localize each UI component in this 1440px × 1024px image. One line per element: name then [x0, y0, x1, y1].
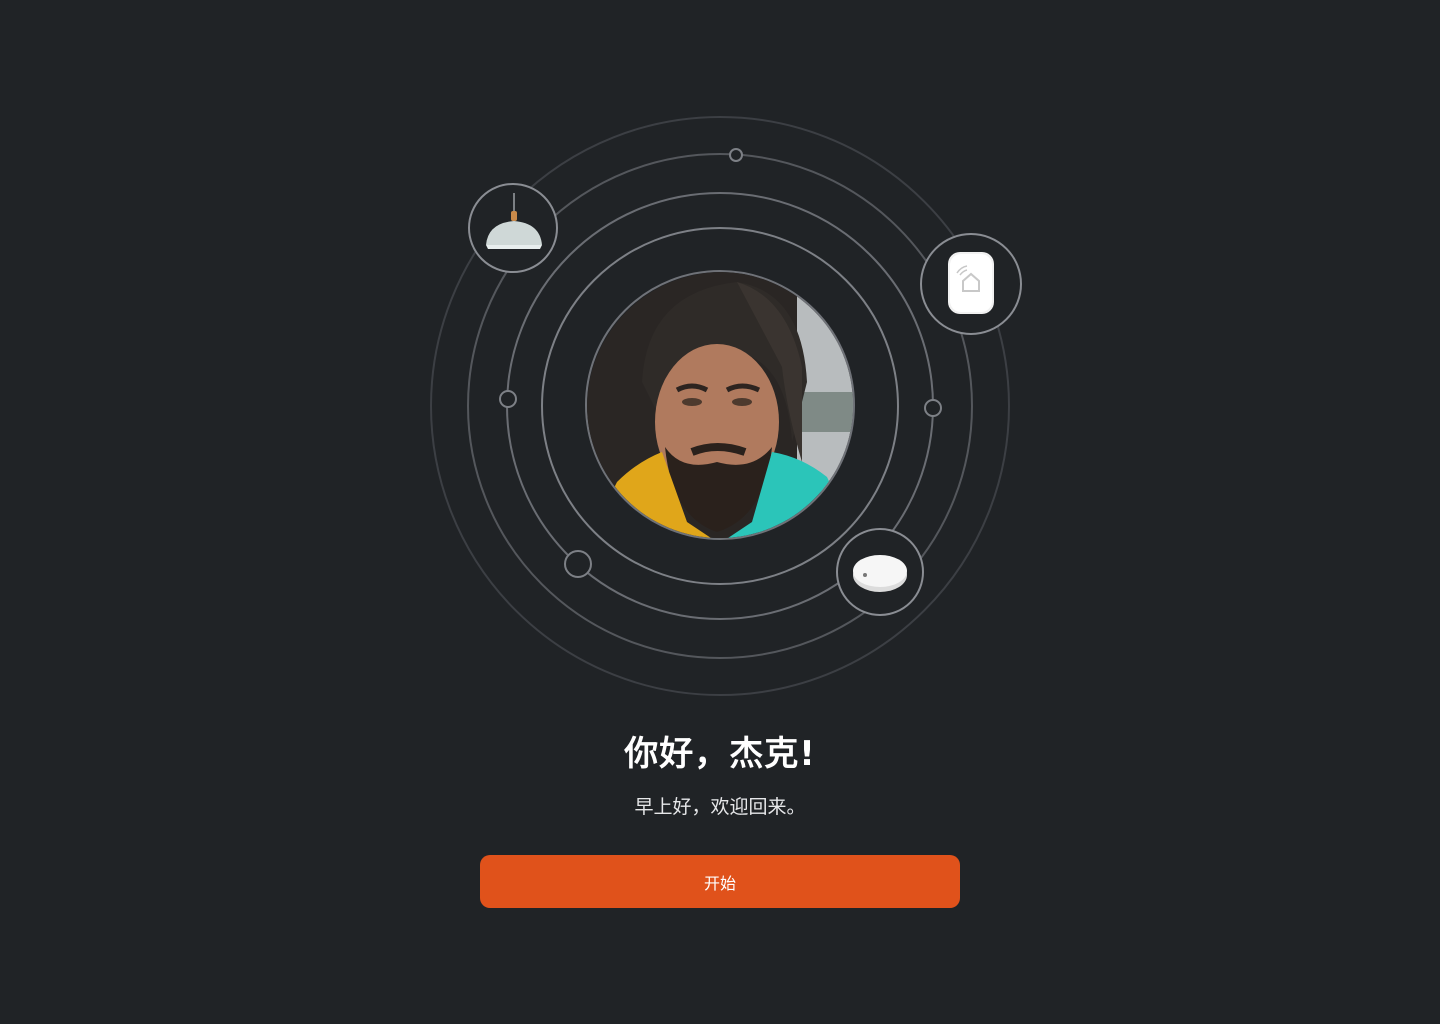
start-button-label: 开始	[703, 873, 736, 893]
user-avatar	[585, 270, 855, 540]
smart-hub-device-button[interactable]	[920, 233, 1022, 335]
smart-home-hub-icon	[948, 252, 994, 314]
sensor-device-button[interactable]	[836, 528, 924, 616]
orbit-dot-right	[924, 399, 942, 417]
lamp-device-button[interactable]	[468, 183, 558, 273]
avatar-portrait-icon	[587, 272, 853, 538]
greeting-title: 你好，杰克!	[624, 734, 816, 774]
pendant-lamp-icon	[486, 193, 542, 249]
greeting-subtitle: 早上好，欢迎回来。	[634, 796, 806, 818]
orbit-dot-top	[729, 148, 743, 162]
orbit-dot-left	[499, 390, 517, 408]
welcome-screen: 你好，杰克! 早上好，欢迎回来。 开始	[0, 0, 1440, 1024]
orbit-dot-bottom-left	[564, 550, 592, 578]
round-sensor-icon	[853, 555, 907, 592]
start-button[interactable]: 开始	[480, 855, 960, 908]
